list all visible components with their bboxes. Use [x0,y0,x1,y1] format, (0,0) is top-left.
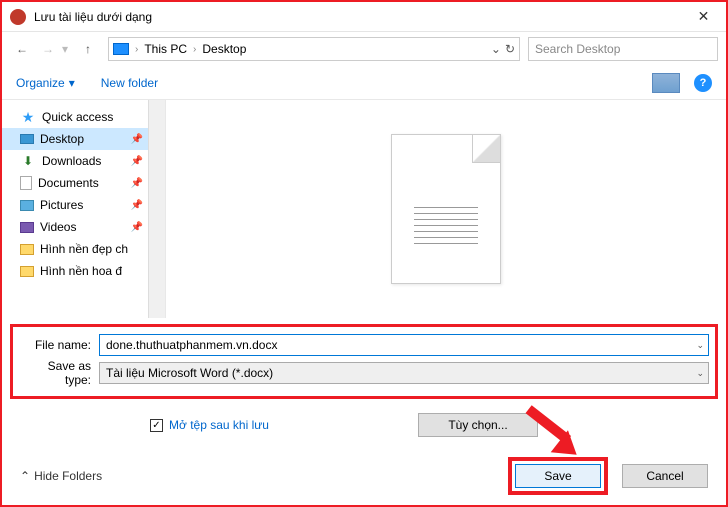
sidebar-item-folder[interactable]: Hình nền đẹp ch [2,238,165,260]
help-button[interactable]: ? [694,74,712,92]
search-input[interactable]: Search Desktop [528,37,718,61]
document-preview-icon [391,134,501,284]
desktop-icon [20,134,34,144]
chevron-down-icon: ▾ [69,76,75,90]
breadcrumb-pc[interactable]: This PC [144,42,187,56]
sidebar-item-folder[interactable]: Hình nền hoa đ [2,260,165,282]
folder-icon [20,244,34,255]
hide-folders-toggle[interactable]: ⌃ Hide Folders [20,469,102,483]
address-dropdown-icon[interactable]: ⌄ [491,42,501,56]
search-placeholder: Search Desktop [535,42,620,56]
chevron-down-icon[interactable]: ⌄ [696,368,704,379]
document-icon [20,176,32,190]
pin-icon: 📌 [131,134,143,145]
sidebar-item-desktop[interactable]: Desktop📌 [2,128,165,150]
chevron-down-icon[interactable]: ⌄ [696,340,704,351]
checkbox-icon: ✓ [150,419,163,432]
options-button[interactable]: Tùy chọn... [418,413,538,437]
pc-icon [113,43,129,55]
sidebar-item-downloads[interactable]: ⬇Downloads📌 [2,150,165,172]
organize-button[interactable]: Organize ▾ [16,76,75,90]
breadcrumb-desktop[interactable]: Desktop [202,42,246,56]
chevron-icon: › [135,44,138,55]
view-options-button[interactable] [652,73,680,93]
sidebar-item-pictures[interactable]: Pictures📌 [2,194,165,216]
sidebar-item-videos[interactable]: Videos📌 [2,216,165,238]
title-bar: Lưu tài liệu dưới dạng ✕ [2,2,726,32]
app-icon [10,9,26,25]
chevron-icon: › [193,44,196,55]
pin-icon: 📌 [131,200,143,211]
sidebar-item-quick-access[interactable]: ★Quick access [2,106,165,128]
filetype-label: Save as type: [19,359,99,387]
pin-icon: 📌 [131,156,143,167]
cancel-button[interactable]: Cancel [622,464,708,488]
download-icon: ⬇ [20,153,36,169]
filetype-select[interactable]: Tài liệu Microsoft Word (*.docx) ⌄ [99,362,709,384]
up-button[interactable]: ↑ [76,37,100,61]
open-after-save-checkbox[interactable]: ✓ Mở tệp sau khi lưu [150,418,269,432]
nav-bar: ← → ▾ ↑ › This PC › Desktop ⌄ ↻ Search D… [2,32,726,66]
save-fields-highlight: File name: done.thuthuatphanmem.vn.docx … [10,324,718,399]
main-area: ★Quick access Desktop📌 ⬇Downloads📌 Docum… [2,100,726,318]
filename-input[interactable]: done.thuthuatphanmem.vn.docx ⌄ [99,334,709,356]
save-button[interactable]: Save [515,464,601,488]
pin-icon: 📌 [131,178,143,189]
sidebar-item-documents[interactable]: Documents📌 [2,172,165,194]
filename-label: File name: [19,338,99,352]
caret-up-icon: ⌃ [20,469,30,483]
options-area: ✓ Mở tệp sau khi lưu Tùy chọn... [2,399,726,437]
file-preview-pane[interactable] [166,100,726,318]
close-button[interactable]: ✕ [681,2,726,32]
folder-icon [20,266,34,277]
refresh-icon[interactable]: ↻ [505,42,515,56]
sidebar: ★Quick access Desktop📌 ⬇Downloads📌 Docum… [2,100,166,318]
save-highlight: Save [508,457,608,495]
pictures-icon [20,200,34,211]
window-title: Lưu tài liệu dưới dạng [34,10,681,24]
videos-icon [20,222,34,233]
new-folder-button[interactable]: New folder [101,76,158,90]
star-icon: ★ [20,109,36,125]
forward-button[interactable]: → [36,37,60,61]
toolbar: Organize ▾ New folder ? [2,66,726,100]
address-bar[interactable]: › This PC › Desktop ⌄ ↻ [108,37,520,61]
history-dropdown[interactable]: ▾ [62,42,74,56]
dialog-footer: ⌃ Hide Folders Save Cancel [2,457,726,495]
back-button[interactable]: ← [10,37,34,61]
pin-icon: 📌 [131,222,143,233]
